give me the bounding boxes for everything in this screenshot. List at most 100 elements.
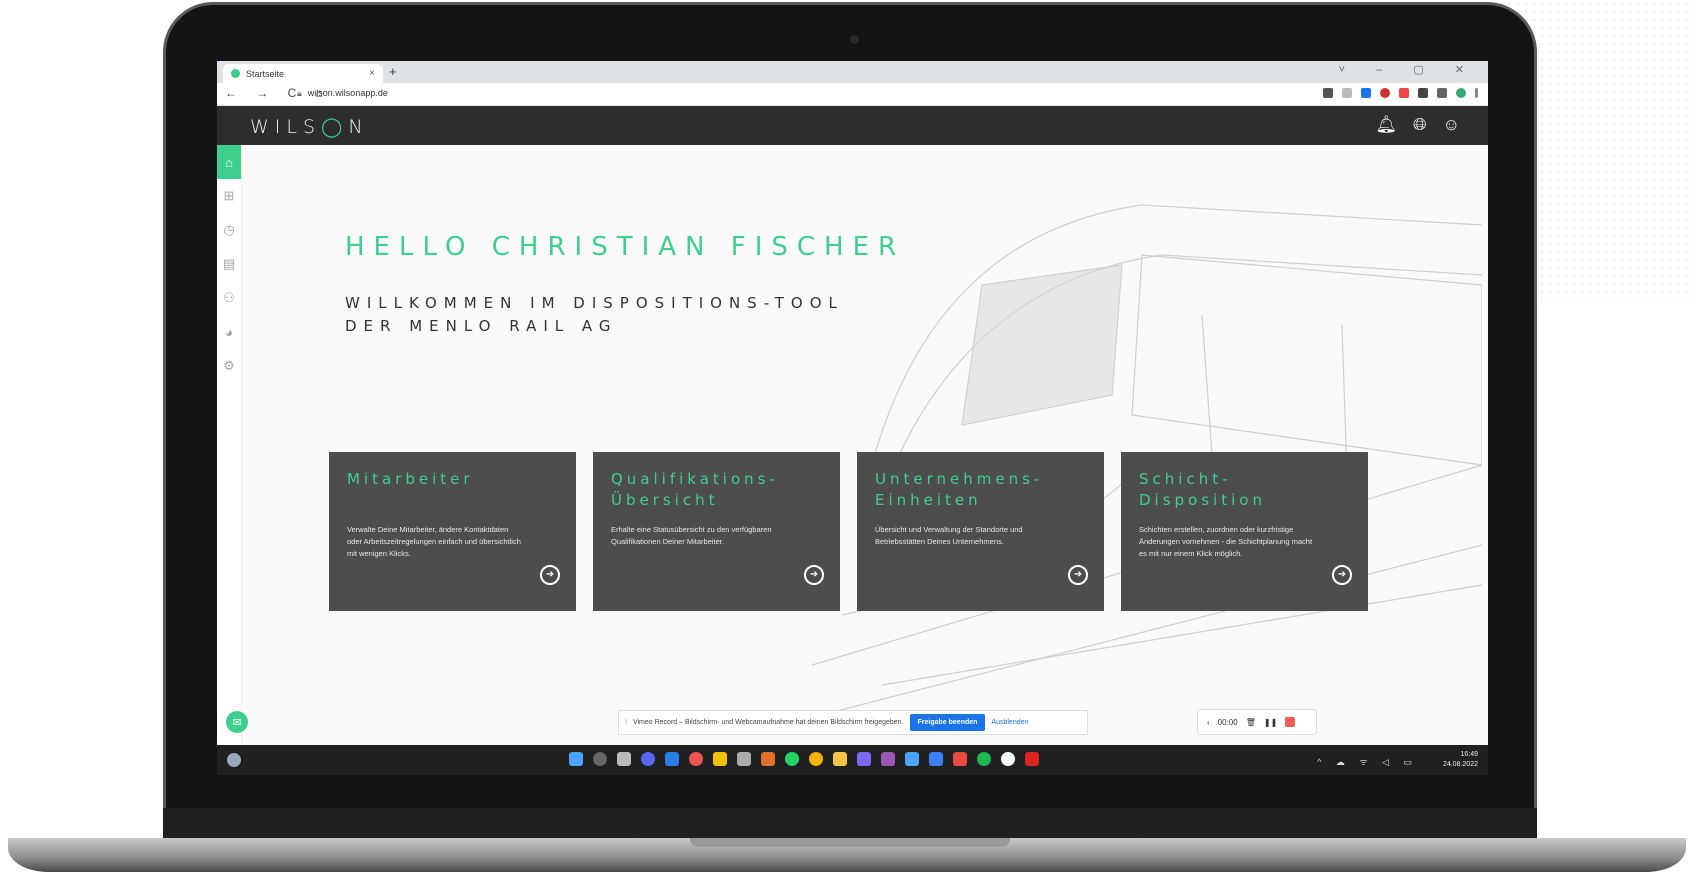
header-icons: 🔔︎ 🌐︎ ☺ bbox=[1375, 115, 1460, 135]
logo-text-end: N bbox=[348, 116, 369, 138]
app-icon[interactable] bbox=[689, 752, 703, 766]
address-bar: ← → C ⌂ 🔒︎ wilson.wilsonapp.de bbox=[217, 83, 1488, 106]
clock-icon[interactable]: ◷ bbox=[217, 213, 241, 247]
menu-dots-icon[interactable] bbox=[1475, 88, 1478, 98]
arrow-right-circle-icon[interactable]: ➜ bbox=[1068, 565, 1088, 585]
app-header: WILS◯N 🔔︎ 🌐︎ ☺ bbox=[217, 106, 1488, 146]
card-title: Mitarbeiter bbox=[347, 470, 474, 488]
start-windows-icon[interactable] bbox=[569, 752, 583, 766]
whatsapp-icon[interactable] bbox=[785, 752, 799, 766]
weather-icon[interactable] bbox=[227, 753, 241, 767]
logo-text-start: WILS bbox=[250, 116, 322, 138]
welcome-line-1: WILLKOMMEN IM DISPOSITIONS-TOOL bbox=[345, 294, 844, 312]
signal-icon[interactable] bbox=[1001, 752, 1015, 766]
document-icon[interactable]: ▤ bbox=[217, 247, 241, 281]
favicon-icon bbox=[231, 69, 240, 78]
welcome-line-2: DER MENLO RAIL AG bbox=[345, 317, 618, 335]
card-schichtdisposition[interactable]: Schicht-Disposition Schichten erstellen,… bbox=[1121, 452, 1368, 611]
taskbar-apps bbox=[569, 752, 1039, 766]
laptop-notch bbox=[690, 838, 1010, 847]
recording-timer: 00:00 bbox=[1217, 717, 1238, 727]
card-unternehmenseinheiten[interactable]: Unternehmens-Einheiten Übersicht und Ver… bbox=[857, 452, 1104, 611]
time-icon[interactable]: ◕ bbox=[217, 315, 241, 349]
wilson-logo[interactable]: WILS◯N bbox=[250, 116, 369, 138]
app-icon[interactable] bbox=[761, 752, 775, 766]
url-text: wilson.wilsonapp.de bbox=[307, 88, 388, 98]
calculator-icon[interactable] bbox=[929, 752, 943, 766]
app-icon[interactable] bbox=[953, 752, 967, 766]
card-title: Schicht-Disposition bbox=[1139, 470, 1266, 509]
camera-icon bbox=[850, 35, 859, 44]
trash-icon[interactable]: 🗑︎ bbox=[1246, 718, 1256, 727]
org-structure-icon[interactable]: ⊞ bbox=[217, 179, 241, 213]
user-account-icon[interactable]: ☺ bbox=[1443, 115, 1460, 135]
cast-icon[interactable] bbox=[1323, 88, 1333, 98]
pause-icon[interactable]: ❚❚ bbox=[1264, 718, 1277, 727]
url-field[interactable]: 🔒︎ wilson.wilsonapp.de bbox=[297, 88, 388, 99]
logo-o-mark: ◯ bbox=[321, 116, 349, 138]
screen-share-notification: ⁞ Vimeo Record – Bildschirm- und Webcama… bbox=[618, 710, 1088, 735]
clock[interactable]: 16:49 24.08.2022 bbox=[1443, 750, 1478, 770]
new-tab-button[interactable]: + bbox=[389, 64, 397, 79]
welcome-text: WILLKOMMEN IM DISPOSITIONS-TOOL DER MENL… bbox=[345, 292, 844, 338]
search-icon[interactable] bbox=[593, 752, 607, 766]
sidepanel-icon[interactable] bbox=[1437, 88, 1447, 98]
home-icon[interactable]: ⌂ bbox=[217, 145, 241, 179]
share-icon[interactable] bbox=[1342, 88, 1352, 98]
bookmark-star-icon[interactable] bbox=[1361, 88, 1371, 98]
arrow-right-circle-icon[interactable]: ➜ bbox=[540, 565, 560, 585]
app-icon[interactable] bbox=[881, 752, 895, 766]
arrow-right-circle-icon[interactable]: ➜ bbox=[1332, 565, 1352, 585]
card-text: Erhalte eine Statusübersicht zu den verf… bbox=[611, 525, 772, 546]
settings-gear-icon[interactable]: ⚙ bbox=[217, 349, 241, 383]
extension-badge-icon[interactable] bbox=[1399, 88, 1409, 98]
tab-title: Startseite bbox=[246, 68, 285, 79]
tab-close-icon[interactable]: × bbox=[369, 68, 375, 79]
drag-handle-icon[interactable]: ⁞ bbox=[625, 719, 627, 726]
arrow-right-circle-icon[interactable]: ➜ bbox=[804, 565, 824, 585]
clock-date: 24.08.2022 bbox=[1442, 761, 1478, 768]
browser-tab[interactable]: Startseite × bbox=[223, 64, 383, 83]
lock-icon: 🔒︎ bbox=[297, 88, 302, 98]
main-content: HELLO CHRISTIAN FISCHER WILLKOMMEN IM DI… bbox=[242, 145, 1488, 745]
card-title: Unternehmens-Einheiten bbox=[875, 470, 1044, 509]
collapse-chevron-icon[interactable]: ‹ bbox=[1207, 718, 1210, 727]
acrobat-icon[interactable] bbox=[1025, 752, 1039, 766]
language-globe-icon[interactable]: 🌐︎ bbox=[1413, 115, 1427, 135]
profile-avatar[interactable] bbox=[1456, 88, 1466, 98]
app-icon[interactable] bbox=[905, 752, 919, 766]
task-view-icon[interactable] bbox=[617, 752, 631, 766]
store-icon[interactable] bbox=[665, 752, 679, 766]
stop-sharing-button[interactable]: Freigabe beenden bbox=[909, 714, 986, 731]
recording-controls: ‹ 00:00 🗑︎ ❚❚ bbox=[1197, 709, 1317, 735]
window-controls[interactable]: ˅ – ▢ ✕ bbox=[1339, 63, 1478, 76]
puzzle-icon[interactable] bbox=[1418, 88, 1428, 98]
system-tray-icons[interactable]: ^ ☁ ᯤ ◁ ▭ bbox=[1317, 755, 1418, 768]
card-mitarbeiter[interactable]: Mitarbeiter Verwalte Deine Mitarbeiter, … bbox=[329, 452, 576, 611]
chat-app-icon[interactable] bbox=[641, 752, 655, 766]
card-text: Verwalte Deine Mitarbeiter, ändere Konta… bbox=[347, 525, 521, 558]
card-text: Schichten erstellen, zuordnen oder kurzf… bbox=[1139, 525, 1313, 558]
greeting-heading: HELLO CHRISTIAN FISCHER bbox=[345, 232, 906, 262]
miro-icon[interactable] bbox=[713, 752, 727, 766]
stop-recording-icon[interactable] bbox=[1285, 717, 1296, 727]
team-icon[interactable]: ⚇ bbox=[217, 281, 241, 315]
browser-tab-bar: Startseite × + ˅ – ▢ ✕ bbox=[217, 61, 1488, 83]
share-message: Vimeo Record – Bildschirm- und Webcamauf… bbox=[632, 719, 904, 726]
app-icon[interactable] bbox=[737, 752, 751, 766]
chrome-icon[interactable] bbox=[809, 752, 823, 766]
card-text: Übersicht und Verwaltung der Standorte u… bbox=[875, 525, 1023, 546]
laptop-chin bbox=[163, 808, 1537, 840]
sidebar: ⌂ ⊞ ◷ ▤ ⚇ ◕ ⚙ bbox=[217, 145, 242, 745]
chat-icon[interactable]: ✉ bbox=[226, 711, 248, 733]
extension-icon[interactable] bbox=[1380, 88, 1390, 98]
clock-time: 16:49 bbox=[1460, 751, 1478, 758]
card-title: Qualifikations-Übersicht bbox=[611, 470, 779, 509]
notification-bell-icon[interactable]: 🔔︎ bbox=[1375, 115, 1397, 135]
hide-button[interactable]: Ausblenden bbox=[991, 719, 1028, 726]
teams-icon[interactable] bbox=[857, 752, 871, 766]
screen: Startseite × + ˅ – ▢ ✕ ← → C ⌂ 🔒︎ wilson.… bbox=[217, 61, 1488, 775]
spotify-icon[interactable] bbox=[977, 752, 991, 766]
card-qualifikationen[interactable]: Qualifikations-Übersicht Erhalte eine St… bbox=[593, 452, 840, 611]
file-explorer-icon[interactable] bbox=[833, 752, 847, 766]
